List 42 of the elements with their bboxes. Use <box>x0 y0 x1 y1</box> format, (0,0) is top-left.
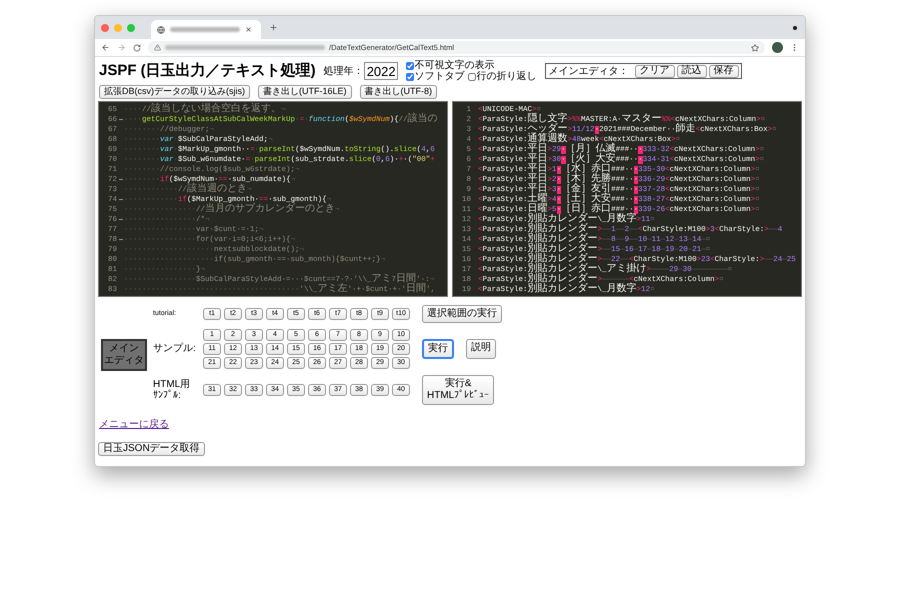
fold-marker-icon[interactable] <box>118 219 122 220</box>
file-action-button[interactable]: 書き出し(UTF-16LE) <box>258 84 352 98</box>
main-editor-button[interactable]: メイン エディタ <box>101 338 147 370</box>
group-label: メインエディタ： <box>548 64 629 79</box>
close-icon[interactable] <box>245 26 252 33</box>
year-label: 処理年： <box>324 64 364 79</box>
row-label: HTML用 ｻﾝﾌﾟﾙ: <box>153 378 192 400</box>
row-label: サンプル: <box>153 343 197 354</box>
new-tab-icon[interactable] <box>269 23 278 32</box>
option-label: 行の折り返し <box>476 71 537 82</box>
page-title: JSPF (日玉出力／テキスト処理) <box>99 61 316 81</box>
editor-action-button[interactable]: 読込 <box>676 64 707 78</box>
year-field[interactable]: 2022 <box>364 62 398 80</box>
fold-marker-icon[interactable] <box>118 239 122 240</box>
fold-marker-icon[interactable] <box>118 119 122 120</box>
file-action-button[interactable]: 拡張DB(csv)データの取り込み(sjis) <box>99 84 250 98</box>
code-editor[interactable] <box>98 100 448 296</box>
option-label: 不可視文字の表示 <box>414 60 495 72</box>
globe-icon <box>157 26 165 34</box>
extension-icon[interactable] <box>791 24 799 32</box>
run-action-button[interactable]: 実行 <box>422 338 454 358</box>
back-icon[interactable] <box>101 43 110 52</box>
json-fetch-button[interactable]: 日玉JSONデータ取得 <box>98 442 205 456</box>
file-action-button[interactable]: 書き出し(UTF-8) <box>360 84 438 98</box>
option-label: ソフトタブ <box>414 71 465 82</box>
fold-marker-icon[interactable] <box>118 199 122 200</box>
bookmark-star-icon[interactable] <box>751 44 759 52</box>
run-action-button[interactable]: 実行& HTMLﾌﾟﾚﾋﾞｭｰ <box>422 374 494 404</box>
editor-action-button[interactable]: クリア <box>634 64 675 78</box>
reload-icon[interactable] <box>133 44 141 52</box>
warning-icon <box>154 44 161 51</box>
option-checkbox[interactable] <box>406 72 414 81</box>
output-editor[interactable] <box>452 100 802 296</box>
run-action-button[interactable]: 選択範囲の実行 <box>422 304 502 322</box>
fold-marker-icon[interactable] <box>118 179 122 180</box>
avatar-icon[interactable] <box>772 42 783 53</box>
editor-action-button[interactable]: 保存 <box>708 64 739 78</box>
run-action-button[interactable]: 説明 <box>466 338 496 358</box>
option-checkbox[interactable] <box>468 72 476 81</box>
back-to-menu-link[interactable]: メニューに戻る <box>99 416 169 432</box>
blurred-text <box>170 27 240 32</box>
option-checkbox[interactable] <box>406 62 414 70</box>
